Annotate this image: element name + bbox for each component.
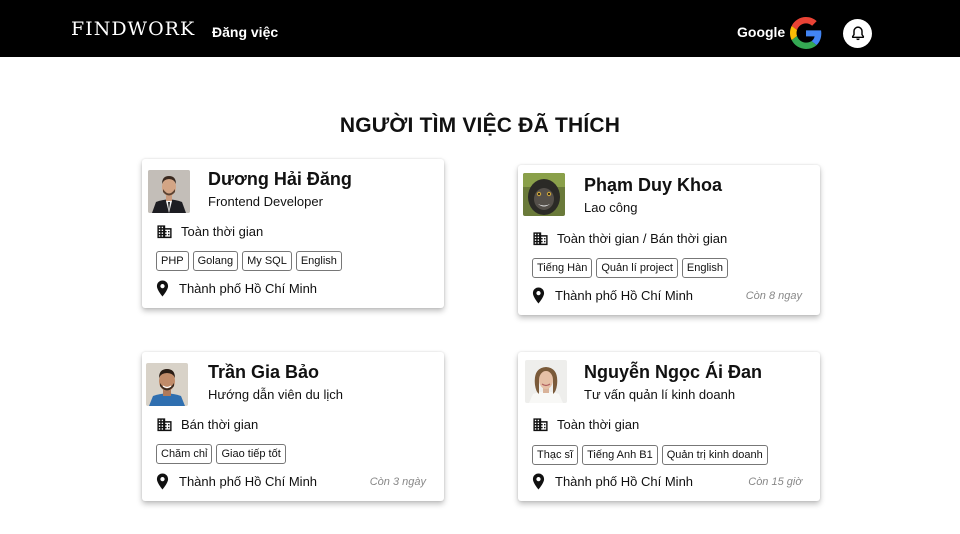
candidate-card[interactable]: Phạm Duy Khoa Lao công Toàn thời gian / … — [518, 165, 820, 315]
top-navbar: FINDWORK Đăng việc Google — [0, 0, 960, 57]
work-type-label: Toàn thời gian — [557, 416, 640, 432]
building-icon — [533, 232, 548, 246]
findwork-logo[interactable]: FINDWORK — [71, 18, 195, 40]
skill-tag: My SQL — [242, 251, 292, 271]
skill-tag: Tiếng Anh B1 — [582, 445, 658, 465]
skill-tags: PHP Golang My SQL English — [156, 251, 342, 271]
avatar — [148, 170, 190, 213]
page-title: NGƯỜI TÌM VIỆC ĐÃ THÍCH — [339, 114, 621, 137]
google-icon[interactable] — [790, 17, 822, 49]
skill-tags: Thạc sĩ Tiếng Anh B1 Quản trị kinh doanh — [532, 445, 768, 465]
avatar — [146, 363, 188, 406]
location-label: Thành phố Hồ Chí Minh — [179, 281, 318, 296]
notification-button[interactable] — [843, 19, 872, 48]
candidate-role: Frontend Developer — [208, 194, 323, 209]
candidate-role: Hướng dẫn viên du lịch — [208, 387, 344, 402]
candidate-card[interactable]: Dương Hải Đăng Frontend Developer Toàn t… — [142, 159, 444, 308]
skill-tag: Chăm chỉ — [156, 444, 213, 464]
candidate-name: Trần Gia Bảo — [208, 362, 320, 382]
building-icon — [157, 225, 172, 239]
skill-tag: PHP — [156, 251, 189, 271]
map-pin-icon — [532, 473, 545, 490]
post-job-link[interactable]: Đăng việc — [212, 24, 278, 40]
time-remaining: Còn 15 giờ — [748, 476, 802, 488]
skill-tag: English — [681, 258, 728, 278]
candidate-role: Lao công — [584, 200, 638, 215]
google-login-label[interactable]: Google — [737, 24, 785, 40]
work-type: Toàn thời gian / Bán thời gian — [532, 230, 727, 246]
location: Thành phố Hồ Chí Minh — [532, 287, 693, 304]
skill-tag: Giao tiếp tốt — [216, 444, 286, 464]
candidate-name: Nguyễn Ngọc Ái Đan — [584, 362, 763, 382]
building-icon — [533, 418, 548, 432]
skill-tags: Chăm chỉ Giao tiếp tốt — [156, 444, 286, 464]
skill-tags: Tiếng Hàn Quản lí project English — [532, 258, 728, 278]
work-type-label: Bán thời gian — [181, 416, 259, 432]
map-pin-icon — [532, 287, 545, 304]
work-type-label: Toàn thời gian — [181, 223, 264, 239]
skill-tag: Golang — [192, 251, 239, 271]
location: Thành phố Hồ Chí Minh — [156, 280, 317, 297]
location-label: Thành phố Hồ Chí Minh — [179, 474, 318, 489]
skill-tag: Tiếng Hàn — [532, 258, 593, 278]
candidate-card[interactable]: Trần Gia Bảo Hướng dẫn viên du lịch Bán … — [142, 352, 444, 501]
skill-tag: Thạc sĩ — [532, 445, 579, 465]
time-remaining: Còn 8 ngay — [745, 290, 802, 302]
location: Thành phố Hồ Chí Minh — [156, 473, 317, 490]
work-type-label: Toàn thời gian / Bán thời gian — [557, 230, 728, 246]
time-remaining: Còn 3 ngày — [369, 476, 426, 488]
location: Thành phố Hồ Chí Minh — [532, 473, 693, 490]
work-type: Toàn thời gian — [532, 416, 639, 432]
avatar — [525, 360, 567, 403]
avatar — [523, 173, 565, 216]
building-icon — [157, 418, 172, 432]
skill-tag: Quản lí project — [596, 258, 678, 278]
skill-tag: English — [295, 251, 342, 271]
candidate-name: Dương Hải Đăng — [208, 169, 352, 189]
map-pin-icon — [156, 473, 169, 490]
bell-icon — [851, 26, 864, 41]
map-pin-icon — [156, 280, 169, 297]
candidate-name: Phạm Duy Khoa — [584, 175, 723, 195]
work-type: Toàn thời gian — [156, 223, 263, 239]
location-label: Thành phố Hồ Chí Minh — [555, 474, 694, 489]
work-type: Bán thời gian — [156, 416, 258, 432]
skill-tag: Quản trị kinh doanh — [661, 445, 768, 465]
candidate-card[interactable]: Nguyễn Ngọc Ái Đan Tư vấn quản lí kinh d… — [518, 352, 820, 501]
candidate-role: Tư vấn quản lí kinh doanh — [584, 387, 736, 402]
location-label: Thành phố Hồ Chí Minh — [555, 288, 694, 303]
